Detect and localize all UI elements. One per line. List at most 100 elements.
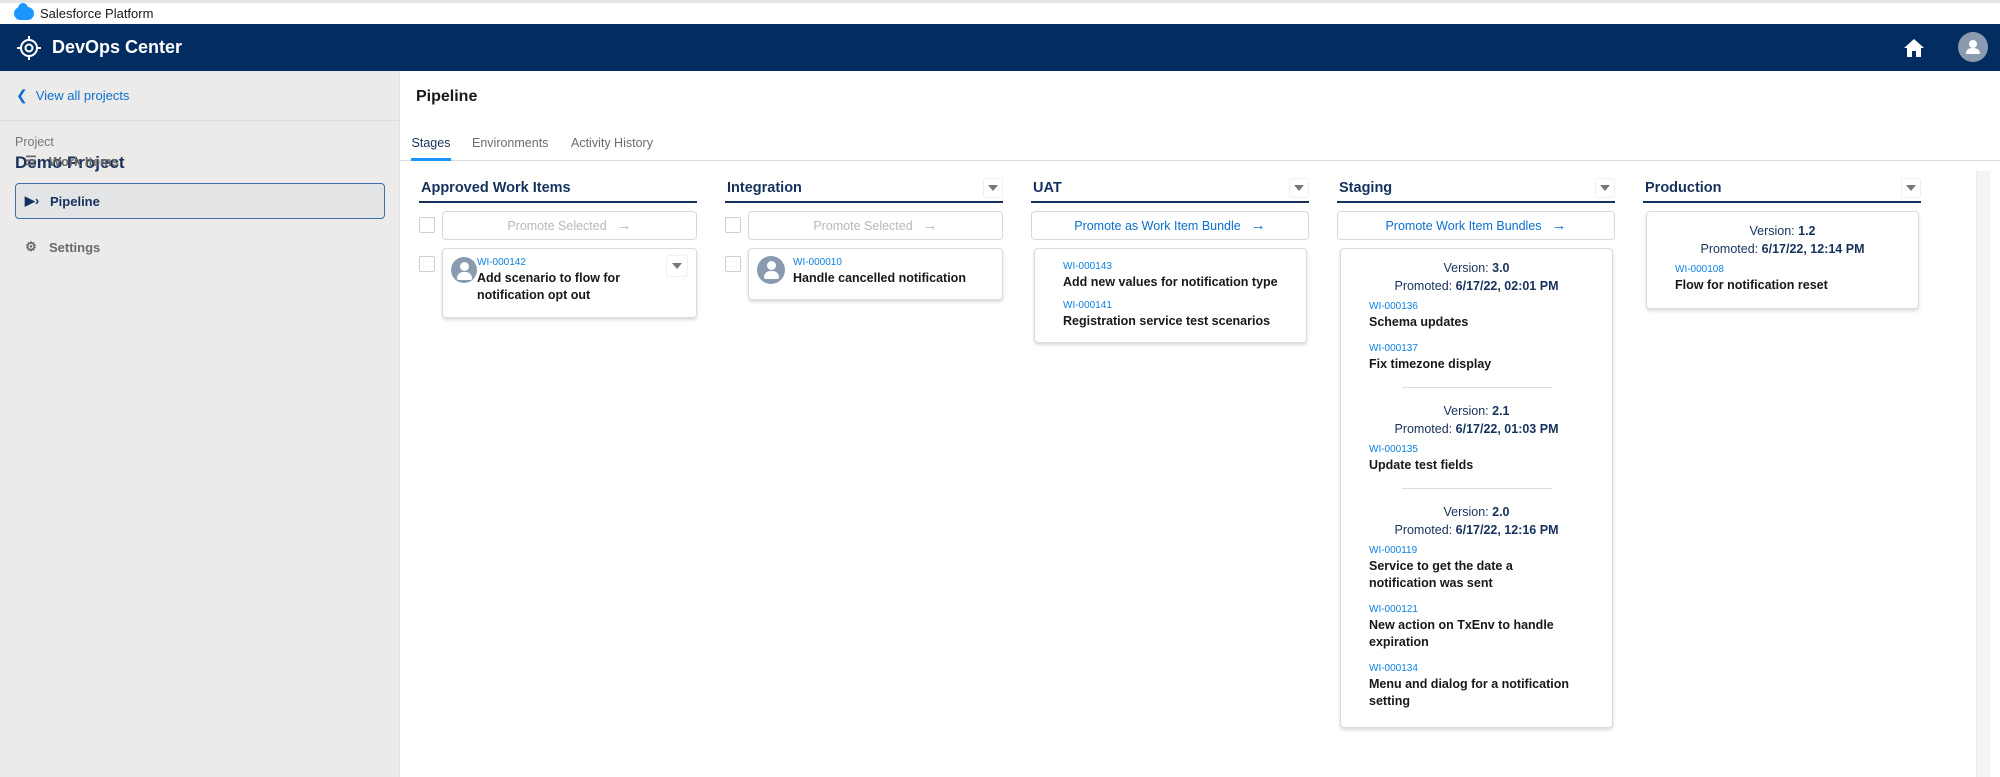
work-item[interactable]: WI-000141 Registration service test scen… — [1063, 300, 1296, 330]
work-item-id-link[interactable]: WI-000134 — [1369, 663, 1581, 674]
view-all-projects-label: View all projects — [35, 88, 130, 103]
work-item-id-link[interactable]: WI-000135 — [1369, 444, 1602, 455]
arrow-right-icon: → — [1250, 217, 1266, 234]
promote-bundles-button[interactable]: Promote Work Item Bundles → — [1337, 211, 1615, 240]
select-all-checkbox[interactable] — [725, 217, 741, 233]
bundles-card: Version: 3.0 Promoted: 6/17/22, 02:01 PM… — [1340, 248, 1613, 728]
work-item[interactable]: WI-000136 Schema updates — [1369, 301, 1602, 331]
work-item-title: Flow for notification reset — [1675, 278, 1828, 292]
vertical-scrollbar[interactable] — [1976, 171, 1990, 777]
platform-bar: Salesforce Platform — [0, 0, 2000, 24]
bundle-version: Version: 1.2 — [1749, 224, 1816, 238]
tab-environments[interactable]: Environments — [472, 129, 548, 161]
page-title: Pipeline — [416, 88, 478, 105]
work-item-id-link[interactable]: WI-000121 — [1369, 604, 1581, 615]
work-item-id-link[interactable]: WI-000119 — [1369, 545, 1581, 556]
work-item[interactable]: WI-000135 Update test fields — [1369, 444, 1602, 474]
bundle-version: Version: 2.1 — [1443, 404, 1510, 418]
work-items-group: WI-000143 Add new values for notificatio… — [1031, 248, 1309, 343]
stage-menu-button[interactable] — [1901, 178, 1921, 198]
work-item-title: Service to get the date a notification w… — [1369, 559, 1513, 590]
stage-menu-button[interactable] — [1289, 178, 1309, 198]
work-item-title: Handle cancelled notification — [793, 271, 966, 285]
promote-bundle-label: Promote as Work Item Bundle — [1074, 218, 1241, 233]
work-item-id-link[interactable]: WI-000010 — [793, 257, 992, 268]
work-item[interactable]: WI-000143 Add new values for notificatio… — [1063, 261, 1296, 291]
bundles-group: Version: 3.0 Promoted: 6/17/22, 02:01 PM… — [1337, 248, 1615, 728]
salesforce-cloud-icon — [14, 3, 34, 20]
work-item-title: Fix timezone display — [1369, 357, 1492, 371]
stage-header: UAT — [1031, 175, 1309, 203]
bundle-version: Version: 2.0 — [1443, 505, 1510, 519]
bundle-version: Version: 3.0 — [1443, 261, 1510, 275]
tab-bar: Stages Environments Activity History — [400, 129, 2000, 161]
work-item-title: Add scenario to flow for notification op… — [477, 271, 621, 302]
work-item[interactable]: WI-000119 Service to get the date a noti… — [1369, 545, 1581, 592]
bundle-promoted: Promoted: 6/17/22, 02:01 PM — [1394, 279, 1559, 293]
chevron-down-icon — [1294, 185, 1304, 191]
bundle: Version: 2.0 Promoted: 6/17/22, 12:16 PM… — [1351, 503, 1602, 710]
stage-approved-work-items: Approved Work Items Promote Selected → W… — [419, 175, 697, 318]
work-item-id-link[interactable]: WI-000141 — [1063, 300, 1296, 311]
sidebar-item-work-items[interactable]: ☰ Work Items — [15, 143, 385, 179]
promote-bundles-label: Promote Work Item Bundles — [1385, 218, 1542, 233]
tab-stages[interactable]: Stages — [411, 129, 451, 161]
stage-name: Production — [1645, 180, 1722, 196]
bundle-divider — [1401, 488, 1552, 489]
tab-activity-history[interactable]: Activity History — [571, 129, 653, 161]
promote-selected-label: Promote Selected — [507, 218, 607, 233]
work-item-checkbox[interactable] — [419, 256, 435, 272]
bundles-card: Version: 1.2 Promoted: 6/17/22, 12:14 PM… — [1646, 211, 1919, 309]
stage-uat: UAT Promote as Work Item Bundle → WI-000… — [1031, 175, 1309, 343]
stage-integration: Integration Promote Selected → WI-000010… — [725, 175, 1003, 300]
work-item-card[interactable]: WI-000010 Handle cancelled notification — [748, 248, 1003, 300]
devops-target-icon — [17, 35, 41, 60]
work-items-card: WI-000143 Add new values for notificatio… — [1034, 248, 1307, 343]
work-item-menu-button[interactable] — [666, 255, 688, 277]
bundle: Version: 1.2 Promoted: 6/17/22, 12:14 PM… — [1657, 222, 1908, 294]
view-all-projects-link[interactable]: ❮ View all projects — [0, 71, 399, 121]
chevron-left-icon: ❮ — [16, 87, 28, 103]
user-avatar-icon[interactable] — [1958, 32, 1988, 62]
sidebar-item-settings[interactable]: ⚙ Settings — [15, 229, 385, 265]
stage-menu-button[interactable] — [983, 178, 1003, 198]
work-item-id-link[interactable]: WI-000137 — [1369, 343, 1602, 354]
work-item-id-link[interactable]: WI-000143 — [1063, 261, 1296, 272]
stage-menu-button[interactable] — [1595, 178, 1615, 198]
home-icon[interactable] — [1902, 36, 1926, 60]
promote-row: Promote Selected → — [419, 211, 697, 240]
stage-name: UAT — [1033, 180, 1062, 196]
app-header: DevOps Center — [0, 24, 2000, 71]
work-item-row: WI-000142 Add scenario to flow for notif… — [419, 248, 697, 318]
sidebar: ❮ View all projects Project Demo Project… — [0, 71, 400, 777]
promote-bundle-button[interactable]: Promote as Work Item Bundle → — [1031, 211, 1309, 240]
sidebar-item-label: Settings — [49, 239, 101, 255]
arrow-right-icon: → — [616, 217, 632, 234]
select-all-checkbox[interactable] — [419, 217, 435, 233]
promote-selected-label: Promote Selected — [813, 218, 913, 233]
promote-selected-button[interactable]: Promote Selected → — [442, 211, 697, 240]
stage-header: Approved Work Items — [419, 175, 697, 203]
work-item-checkbox[interactable] — [725, 256, 741, 272]
work-item[interactable]: WI-000137 Fix timezone display — [1369, 343, 1602, 373]
bundle: Version: 3.0 Promoted: 6/17/22, 02:01 PM… — [1351, 259, 1602, 373]
work-item-card[interactable]: WI-000142 Add scenario to flow for notif… — [442, 248, 697, 318]
promote-row: Promote Work Item Bundles → — [1337, 211, 1615, 240]
stage-name: Staging — [1339, 180, 1393, 196]
work-item[interactable]: WI-000134 Menu and dialog for a notifica… — [1369, 663, 1581, 710]
work-item[interactable]: WI-000121 New action on TxEnv to handle … — [1369, 604, 1581, 651]
work-item-id-link[interactable]: WI-000142 — [477, 257, 686, 268]
pipeline-icon: ▶› — [24, 193, 40, 208]
bundle-promoted: Promoted: 6/17/22, 12:16 PM — [1394, 523, 1559, 537]
work-item[interactable]: WI-000108 Flow for notification reset — [1675, 264, 1908, 294]
stage-header: Integration — [725, 175, 1003, 203]
platform-label: Salesforce Platform — [40, 6, 154, 21]
work-item-id-link[interactable]: WI-000136 — [1369, 301, 1602, 312]
work-item-id-link[interactable]: WI-000108 — [1675, 264, 1908, 275]
chevron-down-icon — [1906, 185, 1916, 191]
work-item-title: Add new values for notification type — [1063, 275, 1278, 289]
sidebar-item-pipeline[interactable]: ▶› Pipeline — [15, 183, 385, 219]
sidebar-item-label: Pipeline — [50, 193, 100, 209]
bundle-divider — [1401, 387, 1552, 388]
promote-selected-button[interactable]: Promote Selected → — [748, 211, 1003, 240]
